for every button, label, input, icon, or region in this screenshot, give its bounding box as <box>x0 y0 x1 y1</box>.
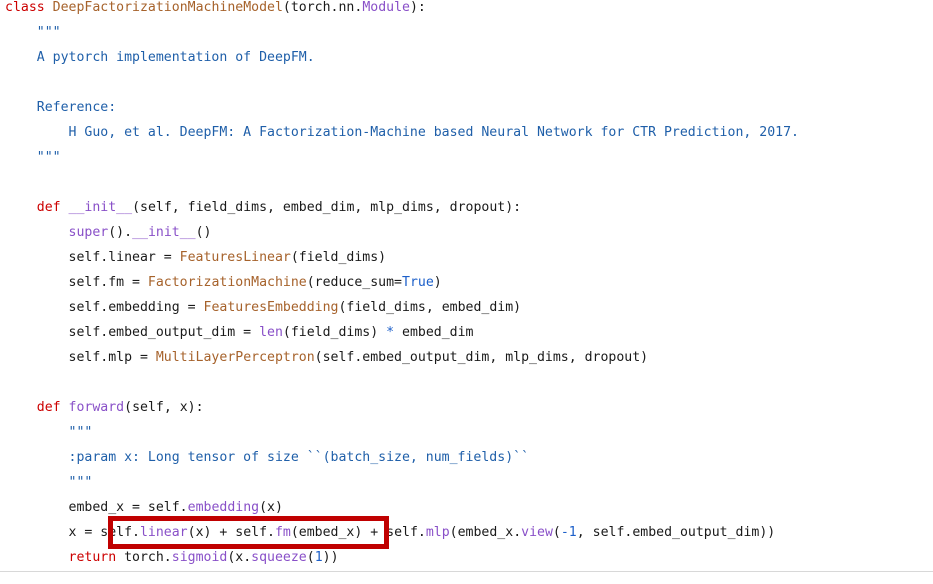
code-token-plain: ) <box>433 275 442 290</box>
code-token-function: forward <box>68 400 125 415</box>
code-token-docstring: """ <box>5 425 93 440</box>
code-token-plain: ): <box>409 0 426 15</box>
code-token-plain: (x) + self. <box>187 525 275 540</box>
code-token-plain: (torch.nn. <box>282 0 363 15</box>
code-token-plain: (). <box>108 225 133 240</box>
code-token-plain: (x) <box>259 500 283 515</box>
code-token-function: embedding <box>187 500 260 515</box>
code-token-function: __init__ <box>132 225 196 240</box>
code-token-class-name: FactorizationMachine <box>147 275 307 290</box>
code-token-class-name: MultiLayerPerceptron <box>155 350 315 365</box>
code-line: x = self.linear(x) + self.fm(embed_x) + … <box>5 525 776 541</box>
code-token-class-name: FeaturesLinear <box>179 250 291 265</box>
code-line: self.linear = FeaturesLinear(field_dims) <box>5 250 387 266</box>
code-token-docstring: :param x: Long tensor of size ``(batch_s… <box>5 450 530 465</box>
code-token-plain: ( <box>552 525 561 540</box>
code-line: class DeepFactorizationMachineModel(torc… <box>5 0 426 16</box>
code-line: """ <box>5 25 61 41</box>
code-line: self.mlp = MultiLayerPerceptron(self.emb… <box>5 350 649 366</box>
code-token-function: linear <box>139 525 188 540</box>
code-line: embed_x = self.embedding(x) <box>5 500 283 516</box>
code-token-plain: (self.embed_output_dim, mlp_dims, dropou… <box>314 350 649 365</box>
code-token-plain: x = self. <box>5 525 140 540</box>
code-line: self.embedding = FeaturesEmbedding(field… <box>5 300 522 316</box>
code-token-function: sigmoid <box>171 550 228 565</box>
code-token-plain: (x. <box>227 550 252 565</box>
code-line: :param x: Long tensor of size ``(batch_s… <box>5 450 530 466</box>
code-token-operator: * <box>386 325 395 340</box>
code-token-number: 1 <box>314 550 323 565</box>
code-token-plain: (self, x): <box>124 400 204 415</box>
code-token-plain: ( <box>306 550 315 565</box>
code-token-function: view <box>521 525 553 540</box>
code-line: self.fm = FactorizationMachine(reduce_su… <box>5 275 442 291</box>
code-token-number: -1 <box>560 525 577 540</box>
code-token-keyword: return <box>68 550 117 565</box>
code-token-class-name: DeepFactorizationMachineModel <box>52 0 283 15</box>
code-token-plain: , self.embed_output_dim)) <box>576 525 776 540</box>
code-token-docstring: """ <box>5 25 61 40</box>
code-token-docstring: H Guo, et al. DeepFM: A Factorization-Ma… <box>5 125 799 140</box>
code-token-plain: (field_dims, embed_dim) <box>338 300 522 315</box>
code-token-plain: )) <box>322 550 339 565</box>
code-line: H Guo, et al. DeepFM: A Factorization-Ma… <box>5 125 799 141</box>
code-token-function: fm <box>274 525 291 540</box>
code-line: return torch.sigmoid(x.squeeze(1)) <box>5 550 339 566</box>
code-line: """ <box>5 425 93 441</box>
horizontal-divider <box>0 571 933 572</box>
code-viewer[interactable]: class DeepFactorizationMachineModel(torc… <box>0 0 933 572</box>
code-line: Reference: <box>5 100 116 116</box>
code-line: def forward(self, x): <box>5 400 204 416</box>
code-token-plain: self.embed_output_dim = <box>5 325 260 340</box>
code-token-function: __init__ <box>68 200 133 215</box>
code-token-plain: self.linear = <box>5 250 180 265</box>
code-token-plain: (field_dims) <box>290 250 387 265</box>
code-line: """ <box>5 150 61 166</box>
code-token-class-name: FeaturesEmbedding <box>203 300 339 315</box>
code-token-constant: True <box>402 275 434 290</box>
code-token-builtin: super <box>68 225 109 240</box>
code-token-keyword: def <box>36 400 61 415</box>
code-token-docstring: """ <box>5 150 61 165</box>
code-token-builtin: len <box>259 325 283 340</box>
code-token-function: mlp <box>425 525 450 540</box>
code-token-plain: embed_dim <box>394 325 474 340</box>
code-token-plain: () <box>195 225 212 240</box>
code-line: A pytorch implementation of DeepFM. <box>5 50 315 66</box>
code-line: """ <box>5 475 93 491</box>
code-token-docstring: """ <box>5 475 93 490</box>
code-token-docstring: A pytorch implementation of DeepFM. <box>5 50 315 65</box>
code-token-docstring: Reference: <box>5 100 117 115</box>
code-token-function: Module <box>362 0 410 15</box>
code-token-plain: (self, field_dims, embed_dim, mlp_dims, … <box>132 200 522 215</box>
code-token-plain: embed_x = self. <box>5 500 188 515</box>
code-token-function: squeeze <box>251 550 307 565</box>
code-token-plain: (embed_x. <box>449 525 522 540</box>
code-token-plain: self.mlp = <box>5 350 156 365</box>
code-token-keyword: class <box>5 0 45 15</box>
code-line: def __init__(self, field_dims, embed_dim… <box>5 200 521 216</box>
code-token-plain: self.embedding = <box>5 300 204 315</box>
code-line: self.embed_output_dim = len(field_dims) … <box>5 325 474 341</box>
code-token-plain: torch. <box>116 550 172 565</box>
code-token-plain: (embed_x) + self. <box>290 525 426 540</box>
code-token-keyword: def <box>36 200 61 215</box>
code-token-plain: (reduce_sum= <box>306 275 402 290</box>
code-token-plain: self.fm = <box>5 275 148 290</box>
code-token-plain: (field_dims) <box>282 325 387 340</box>
code-line: super().__init__() <box>5 225 212 241</box>
